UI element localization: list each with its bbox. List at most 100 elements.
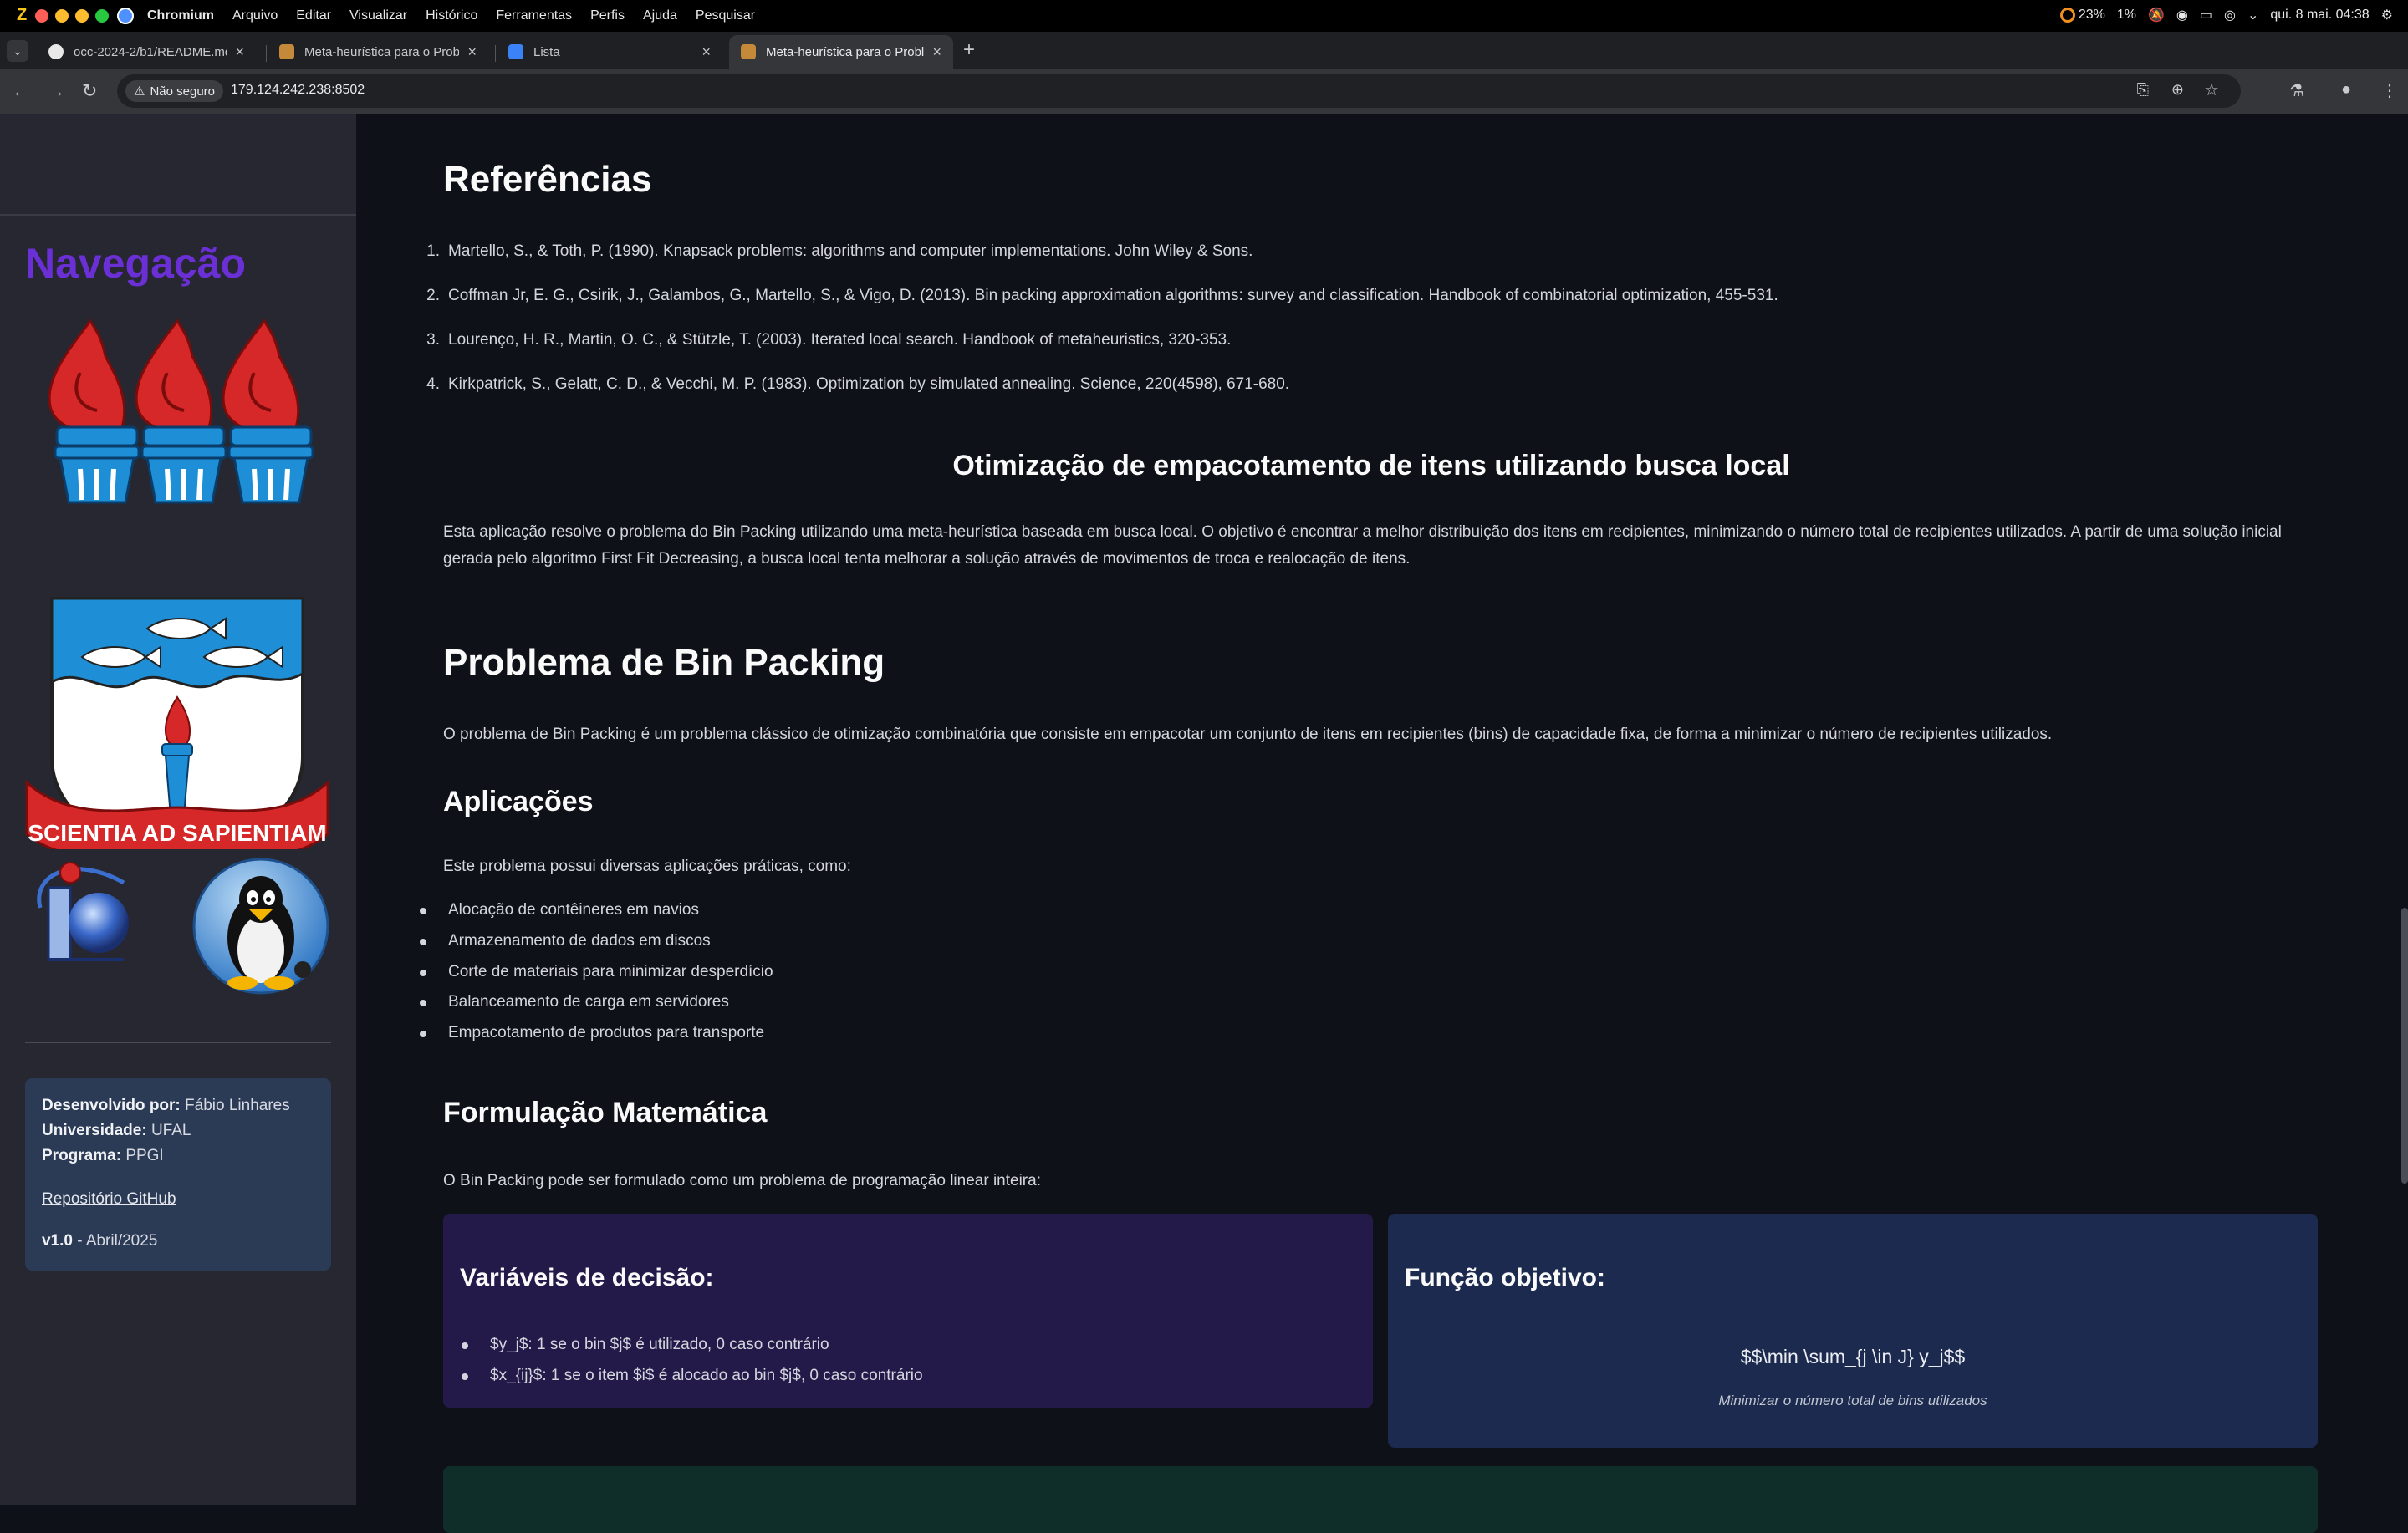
developer-value: Fábio Linhares — [185, 1097, 290, 1114]
new-tab-plus-icon[interactable]: + — [963, 38, 975, 62]
version-label: v1.0 — [42, 1232, 73, 1250]
close-icon[interactable]: × — [701, 43, 711, 61]
more-menu-icon[interactable]: ⋮ — [2381, 80, 2398, 101]
menu-ferramentas[interactable]: Ferramentas — [496, 8, 572, 23]
variable-item: $y_j$: 1 se o bin $j$ é utilizado, 0 cas… — [462, 1336, 829, 1353]
sidebar-title: Navegação — [25, 240, 247, 287]
address-bar[interactable]: ⚠ Não seguro 179.124.242.238:8502 ⎘ ⊕ ☆ — [117, 74, 2241, 108]
window-close-icon[interactable] — [35, 9, 48, 23]
url-text[interactable]: 179.124.242.238:8502 — [231, 83, 365, 98]
university-row: Universidade: UFAL — [42, 1122, 191, 1140]
constraints-card — [443, 1466, 2318, 1533]
close-icon[interactable]: × — [467, 43, 477, 61]
reference-text: Lourenço, H. R., Martin, O. C., & Stützl… — [448, 331, 1232, 349]
settings-gear-icon[interactable]: ⚙ — [2381, 7, 2393, 23]
clock[interactable]: qui. 8 mai. 04:38 — [2270, 8, 2369, 23]
tab-strip: ⌄ occ-2024-2/b1/README.md × Meta-heuríst… — [0, 32, 2408, 69]
window-maximize-icon[interactable] — [75, 9, 89, 23]
network-icon[interactable]: ◉ — [2176, 7, 2188, 23]
tab-title: occ-2024-2/b1/README.md — [74, 44, 227, 59]
window-minimize-icon[interactable] — [55, 9, 69, 23]
ic-institute-logo — [37, 862, 129, 961]
menu-ajuda[interactable]: Ajuda — [643, 8, 677, 23]
application-item: Corte de materiais para minimizar desper… — [420, 963, 773, 980]
reference-text: Martello, S., & Toth, P. (1990). Knapsac… — [448, 242, 1253, 260]
browser-toolbar: ← → ↻ ⚠ Não seguro 179.124.242.238:8502 ⎘… — [0, 69, 2408, 114]
developer-info-card: Desenvolvido por: Fábio Linhares Univers… — [25, 1078, 331, 1271]
version-row: v1.0 - Abril/2025 — [42, 1232, 157, 1250]
variable-item: $x_{ij}$: 1 se o item $i$ é alocado ao b… — [462, 1367, 923, 1384]
translate-icon[interactable]: ⎘ — [2137, 81, 2149, 99]
main-content: Referências 1. Martello, S., & Toth, P. (… — [356, 114, 2408, 1533]
reference-item: 3. Lourenço, H. R., Martin, O. C., & Stüt… — [426, 331, 1232, 349]
intel-icon[interactable]: ◎ — [2224, 7, 2236, 23]
app-title: Otimização de empacotamento de itens uti… — [952, 450, 1790, 481]
menu-pesquisar[interactable]: Pesquisar — [696, 8, 755, 23]
tab-readme[interactable]: occ-2024-2/b1/README.md × — [37, 35, 256, 69]
objective-caption: Minimizar o número total de bins utiliza… — [1718, 1393, 1987, 1408]
menu-editar[interactable]: Editar — [296, 8, 331, 23]
applications-heading: Aplicações — [443, 786, 594, 817]
tab-search-icon[interactable]: ⌄ — [7, 40, 28, 62]
reference-item: 2. Coffman Jr, E. G., Csirik, J., Galambo… — [426, 287, 1778, 305]
formulation-intro: O Bin Packing pode ser formulado como um… — [443, 1172, 1041, 1189]
decision-variables-card: Variáveis de decisão: $y_j$: 1 se o bin … — [443, 1214, 1373, 1408]
close-icon[interactable]: × — [932, 43, 941, 61]
formulation-heading: Formulação Matemática — [443, 1097, 768, 1128]
zoom-icon[interactable]: ⊕ — [2171, 81, 2184, 99]
version-date: - Abril/2025 — [72, 1232, 158, 1250]
bookmark-star-icon[interactable]: ☆ — [2204, 79, 2219, 100]
tab-lista[interactable]: Lista × — [497, 35, 722, 69]
application-item: Armazenamento de dados em discos — [420, 932, 711, 950]
github-repo-link[interactable]: Repositório GitHub — [42, 1190, 176, 1209]
menu-arquivo[interactable]: Arquivo — [232, 8, 278, 23]
intro-paragraph-line2: gerada pelo algoritmo First Fit Decreasi… — [443, 550, 1411, 568]
application-item: Alocação de contêineres em navios — [420, 901, 699, 919]
security-chip[interactable]: ⚠ Não seguro — [125, 80, 224, 102]
application-item: Balanceamento de carga em servidores — [420, 993, 729, 1011]
warning-icon: ⚠ — [134, 84, 145, 99]
os-app-name[interactable]: Chromium — [147, 8, 214, 23]
back-icon[interactable]: ← — [12, 80, 30, 102]
chromium-app-icon — [117, 8, 134, 24]
reload-icon[interactable]: ↻ — [82, 80, 97, 102]
program-value: PPGI — [125, 1147, 164, 1164]
developer-row: Desenvolvido por: Fábio Linhares — [42, 1097, 290, 1115]
menu-historico[interactable]: Histórico — [426, 8, 477, 23]
memory-indicator[interactable]: 1% — [2117, 8, 2136, 23]
menu-visualizar[interactable]: Visualizar — [349, 8, 407, 23]
lista-icon — [508, 44, 523, 59]
window-fullscreen-icon[interactable] — [95, 9, 109, 23]
reference-text: Kirkpatrick, S., Gelatt, C. D., & Vecchi… — [448, 375, 1290, 393]
battery-icon[interactable]: ▭ — [2200, 7, 2212, 23]
menu-perfis[interactable]: Perfis — [590, 8, 625, 23]
chevron-down-icon[interactable]: ⌄ — [2247, 7, 2258, 23]
objective-function-card: Função objetivo: $$\min \sum_{j \in J} y… — [1388, 1214, 2318, 1448]
tab-meta-heuristica-1[interactable]: Meta-heurística para o Problema × — [268, 35, 488, 69]
sidebar: Navegação SCIENTIA AD SAPIENTIAM Desenvo… — [0, 114, 356, 1505]
notifications-off-icon[interactable]: 🔕 — [2148, 7, 2165, 23]
applications-intro: Este problema possui diversas aplicações… — [443, 858, 851, 875]
forward-icon[interactable]: → — [47, 80, 65, 102]
program-row: Programa: PPGI — [42, 1147, 164, 1165]
tux-penguin-logo — [192, 858, 329, 995]
labs-flask-icon[interactable]: ⚗ — [2289, 80, 2304, 101]
tab-title: Lista — [533, 44, 560, 59]
zorin-logo-icon[interactable]: Z — [17, 6, 27, 25]
reference-text: Coffman Jr, E. G., Csirik, J., Galambos,… — [448, 287, 1778, 304]
profile-icon[interactable]: ● — [2341, 80, 2351, 99]
sidebar-divider — [25, 1042, 331, 1043]
cpu-indicator[interactable]: 23% — [2059, 8, 2105, 23]
github-icon — [48, 44, 64, 59]
main-scrollbar[interactable] — [2401, 908, 2408, 1184]
developer-label: Desenvolvido por: — [42, 1097, 181, 1114]
reference-number: 3. — [426, 331, 440, 349]
reference-number: 4. — [426, 375, 440, 393]
tab-meta-heuristica-active[interactable]: Meta-heurística para o Problema × — [729, 35, 953, 69]
crest-motto: SCIENTIA AD SAPIENTIAM — [28, 820, 326, 846]
intro-paragraph-line1: Esta aplicação resolve o problema do Bin… — [443, 523, 2282, 541]
close-icon[interactable]: × — [235, 43, 244, 61]
package-icon — [741, 44, 756, 59]
reference-number: 2. — [426, 287, 440, 304]
reference-item: 1. Martello, S., & Toth, P. (1990). Knaps… — [426, 242, 1253, 261]
